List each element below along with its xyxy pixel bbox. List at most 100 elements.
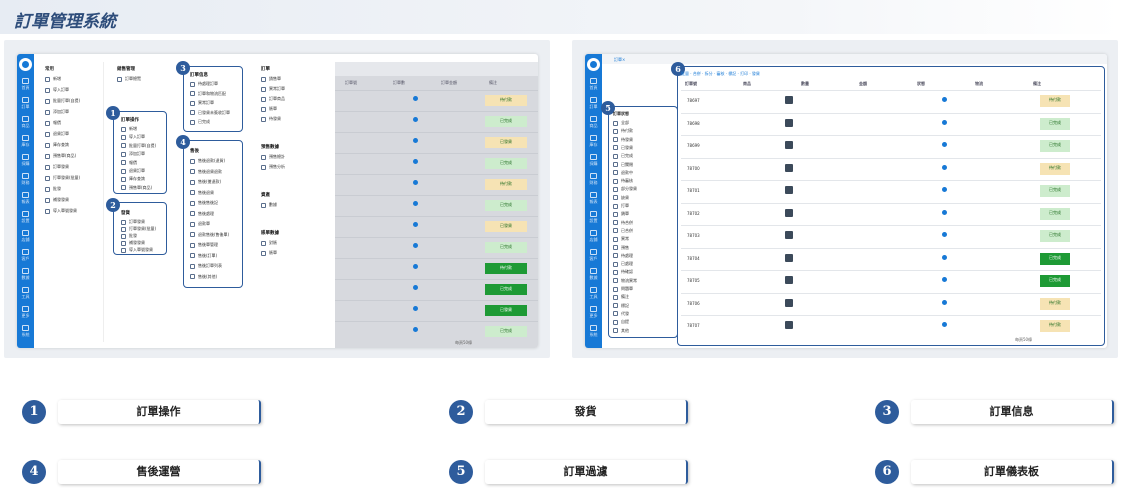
order-id[interactable]: 78706 [687, 301, 700, 306]
checkbox-icon[interactable] [613, 228, 618, 234]
order-id[interactable]: 78701 [687, 188, 700, 193]
checkbox-icon[interactable] [613, 294, 618, 300]
menu-item[interactable]: 批量打單(自提) [45, 98, 80, 107]
checkbox-icon[interactable] [613, 195, 618, 201]
nav-item[interactable]: 數據 [585, 266, 602, 284]
menu-item[interactable]: 已發貨未簽收訂單 [190, 110, 230, 119]
menu-item[interactable]: 打單發貨(批量) [45, 175, 80, 184]
filter-item[interactable]: 其他 [613, 328, 629, 337]
menu-item[interactable]: 導入單號發貨 [45, 208, 77, 217]
nav-item[interactable]: 報表 [17, 190, 34, 208]
nav-item[interactable]: 客戶 [17, 247, 34, 265]
nav-item[interactable]: 採購 [585, 152, 602, 170]
toolbar-links[interactable]: 批量 · 合併 · 拆分 · 審核 · 標記 · 打印 · 發貨 [681, 71, 760, 77]
menu-item[interactable]: 售後退貨退款 [190, 169, 222, 178]
tab-orders[interactable]: 訂單× [614, 57, 625, 63]
menu-item[interactable]: 導入單號發貨 [121, 247, 153, 256]
menu-item[interactable]: 售後訂單列表 [190, 263, 222, 272]
menu-item[interactable]: 預售總計 [261, 154, 285, 163]
menu-item[interactable]: 異常訂單 [261, 86, 285, 95]
menu-item[interactable]: 銷售單 [261, 76, 281, 85]
product-thumbnail[interactable] [785, 186, 793, 194]
nav-item[interactable]: 商品 [585, 114, 602, 132]
order-id[interactable]: 78705 [687, 278, 700, 283]
menu-item[interactable]: 數據 [261, 202, 277, 211]
nav-item[interactable]: 工具 [585, 285, 602, 303]
order-id[interactable]: 78700 [687, 166, 700, 171]
menu-item[interactable]: 待發貨 [261, 116, 281, 125]
menu-item[interactable]: 售後退貨 [190, 190, 214, 199]
nav-item[interactable]: 系統 [17, 323, 34, 341]
menu-item[interactable]: 預售單(商品) [121, 185, 152, 194]
menu-item[interactable]: 售後處理 [190, 211, 214, 220]
nav-item[interactable]: 報表 [585, 190, 602, 208]
checkbox-icon[interactable] [613, 211, 618, 217]
product-thumbnail[interactable] [785, 298, 793, 307]
order-id[interactable]: 78703 [687, 233, 700, 238]
checkbox-icon[interactable] [613, 137, 618, 143]
menu-item[interactable]: 退款售後(售後單) [190, 232, 229, 241]
menu-item[interactable]: 售後單管理 [190, 242, 218, 251]
checkbox-icon[interactable] [613, 178, 618, 184]
pager[interactable]: 每頁50條 [455, 340, 472, 346]
order-id[interactable]: 78698 [687, 121, 700, 126]
order-id[interactable]: 78704 [687, 256, 700, 261]
menu-item[interactable]: 待處理訂單 [190, 81, 218, 90]
menu-item[interactable]: 訂單和物流匹配 [190, 91, 226, 100]
menu-item[interactable]: 已完成 [190, 119, 210, 128]
nav-item[interactable]: 客戶 [585, 247, 602, 265]
menu-item[interactable]: 異常訂單 [190, 100, 214, 109]
product-thumbnail[interactable] [785, 118, 793, 127]
checkbox-icon[interactable] [613, 170, 618, 176]
menu-item[interactable]: 批發 [45, 186, 61, 195]
order-id[interactable]: 78702 [687, 211, 700, 216]
menu-item[interactable]: 退款單 [190, 221, 210, 230]
checkbox-icon[interactable] [613, 261, 618, 267]
checkbox-icon[interactable] [613, 286, 618, 292]
pager[interactable]: 每頁50條 [1015, 337, 1032, 343]
menu-item[interactable]: 補發發貨 [45, 197, 69, 206]
product-thumbnail[interactable] [785, 208, 793, 217]
checkbox-icon[interactable] [613, 128, 618, 134]
nav-item[interactable]: 更多 [585, 304, 602, 322]
nav-item[interactable]: 設置 [17, 209, 34, 227]
nav-item[interactable]: 採購 [17, 152, 34, 170]
nav-item[interactable]: 商品 [17, 114, 34, 132]
menu-item[interactable]: 新增 [45, 76, 61, 85]
nav-item[interactable]: 店鋪 [585, 228, 602, 246]
menu-item-overview[interactable]: 訂單總覽 [117, 76, 141, 85]
menu-item[interactable]: 庫存查詢 [45, 142, 69, 151]
nav-item[interactable]: 訂單 [585, 95, 602, 113]
checkbox-icon[interactable] [613, 269, 618, 275]
product-thumbnail[interactable] [785, 231, 793, 239]
menu-item[interactable]: 賬單 [261, 250, 277, 259]
menu-item[interactable]: 訂單商品 [261, 96, 285, 105]
nav-item[interactable]: 首頁 [17, 76, 34, 94]
menu-item[interactable]: 報價 [45, 120, 61, 129]
checkbox-icon[interactable] [613, 236, 618, 242]
nav-item[interactable]: 設置 [585, 209, 602, 227]
menu-item[interactable]: 導入訂單 [45, 87, 69, 96]
product-thumbnail[interactable] [785, 253, 793, 262]
product-thumbnail[interactable] [785, 163, 793, 172]
nav-item[interactable]: 庫存 [585, 133, 602, 151]
nav-item[interactable]: 庫存 [17, 133, 34, 151]
order-id[interactable]: 78707 [687, 323, 700, 328]
product-thumbnail[interactable] [785, 141, 793, 149]
nav-item[interactable]: 工具 [17, 285, 34, 303]
checkbox-icon[interactable] [613, 145, 618, 151]
menu-item[interactable]: 預售分析 [261, 164, 285, 173]
nav-item[interactable]: 財務 [585, 171, 602, 189]
checkbox-icon[interactable] [613, 220, 618, 226]
product-thumbnail[interactable] [785, 321, 793, 329]
nav-item[interactable]: 財務 [17, 171, 34, 189]
nav-item[interactable]: 更多 [17, 304, 34, 322]
menu-item[interactable]: 售後(搶退款) [190, 179, 221, 188]
checkbox-icon[interactable] [613, 186, 618, 192]
order-id[interactable]: 78699 [687, 143, 700, 148]
menu-item[interactable]: 退貨訂單 [45, 131, 69, 140]
checkbox-icon[interactable] [613, 319, 618, 325]
menu-item[interactable]: 售後(其他) [190, 274, 217, 283]
product-thumbnail[interactable] [785, 96, 793, 104]
nav-item[interactable]: 系統 [585, 323, 602, 341]
